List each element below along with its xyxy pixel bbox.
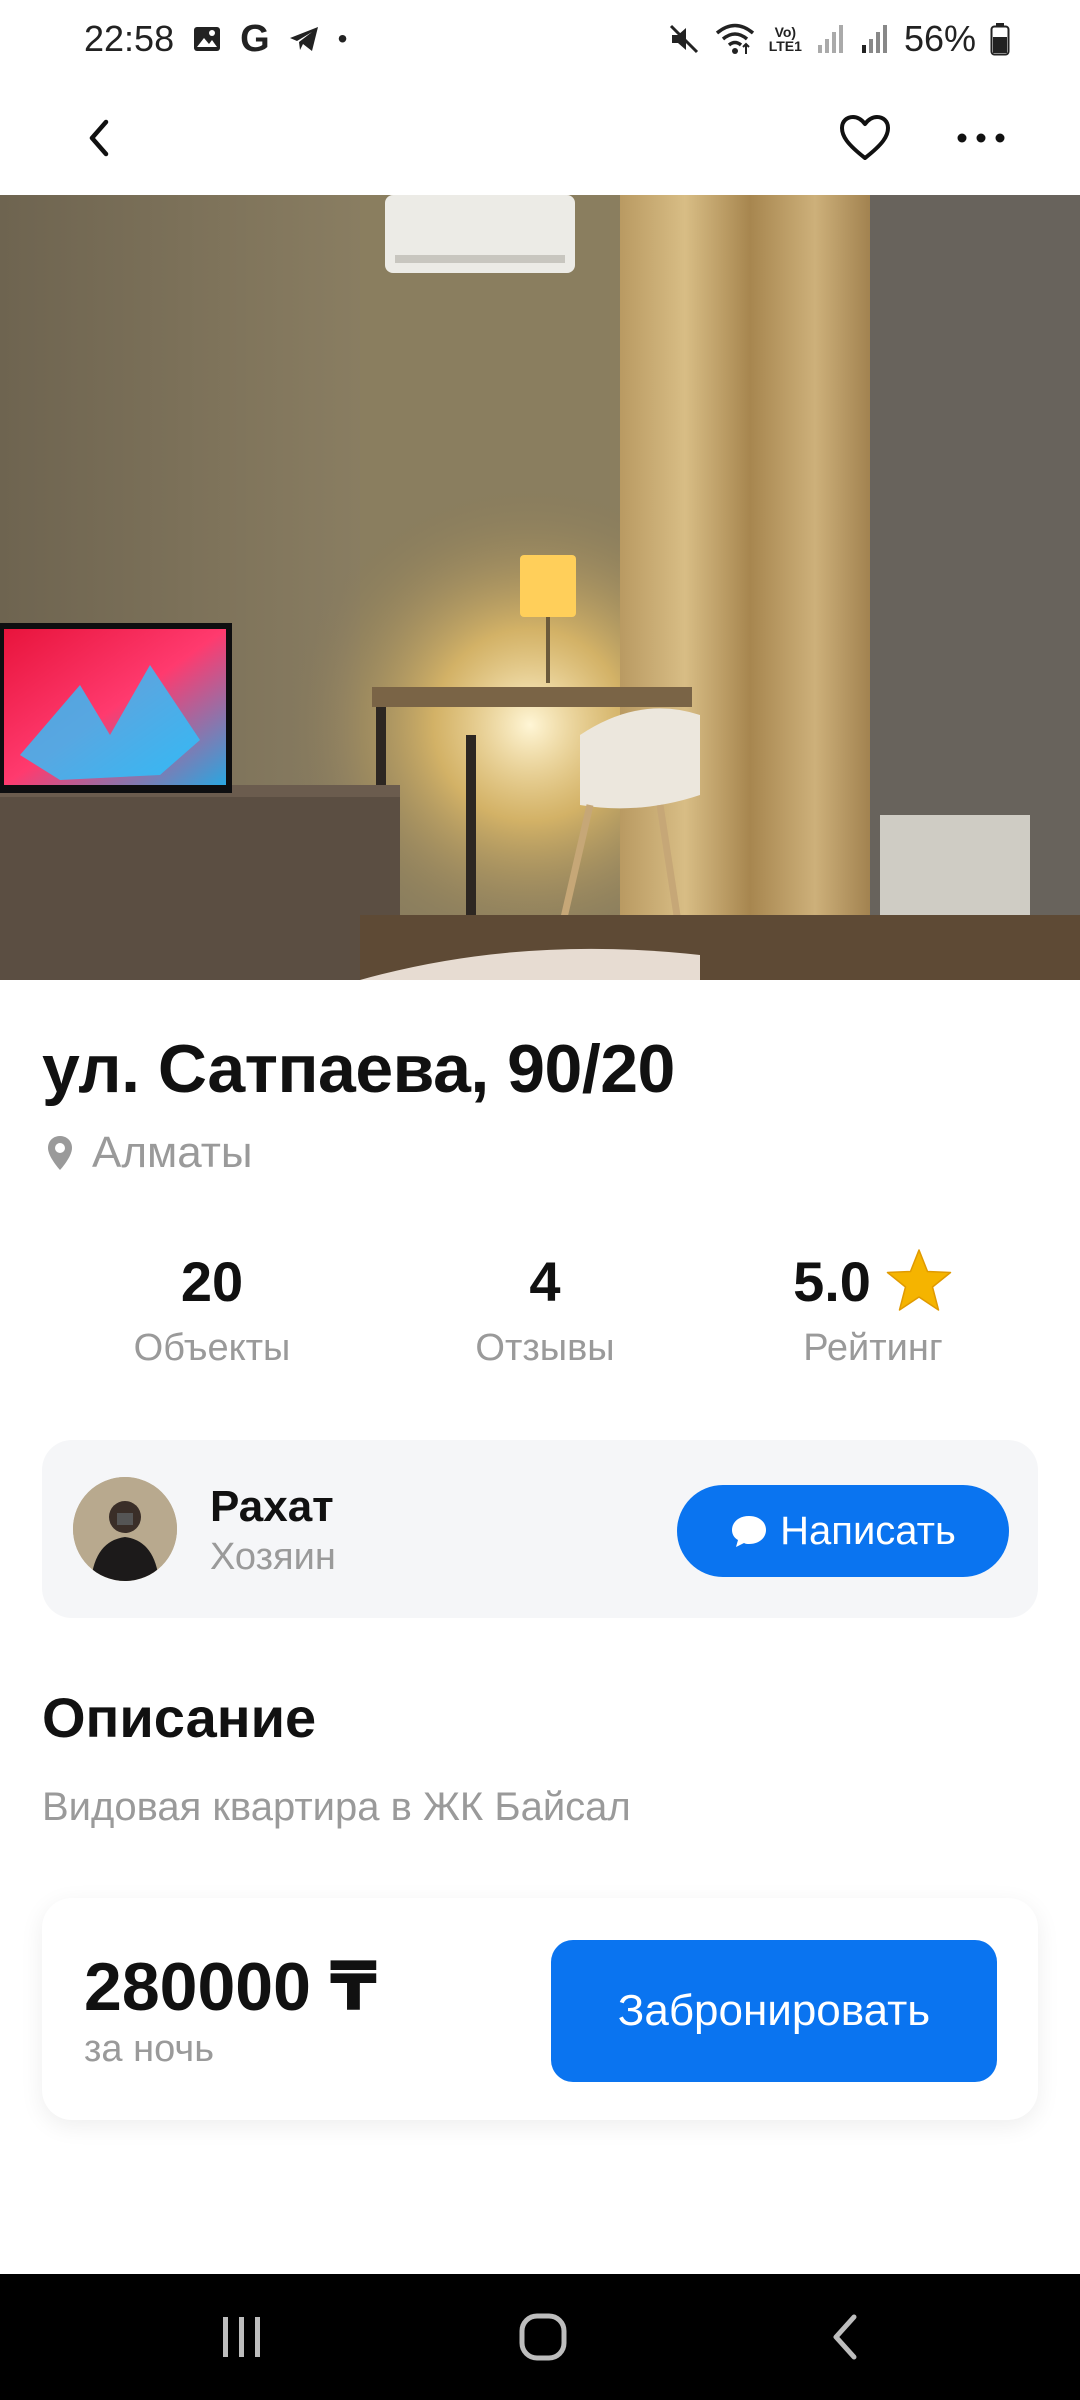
book-button[interactable]: Забронировать [551, 1940, 997, 2082]
home-icon [519, 2313, 567, 2361]
price-unit: за ночь [84, 2028, 214, 2070]
android-nav-bar [0, 2274, 1080, 2400]
host-card[interactable]: Рахат Хозяин Написать [42, 1440, 1038, 1618]
telegram-icon [288, 19, 320, 59]
booking-card: 280000 ₸ за ночь Забронировать [42, 1898, 1038, 2120]
stats-row: 20 Объекты 4 Отзывы 5.0 Рейтинг [0, 1245, 1080, 1385]
star-icon [886, 1249, 952, 1311]
host-role: Хозяин [210, 1536, 336, 1578]
signal-icon [816, 19, 846, 59]
stat-value: 4 [395, 1245, 695, 1317]
wifi-icon [715, 19, 755, 59]
recents-icon [223, 2317, 260, 2357]
google-icon: G [240, 17, 270, 60]
price: 280000 ₸ [84, 1949, 378, 2025]
chat-bubble-icon [732, 1516, 767, 1547]
stat-value: 5.0 [723, 1245, 1023, 1317]
volte-icon: Vo) LTE1 [769, 19, 802, 59]
status-bar: 22:58 G • Vo) LTE1 56% [0, 0, 1080, 78]
volte-bottom: LTE1 [768, 38, 802, 54]
host-name: Рахат [210, 1482, 334, 1531]
stat-objects: 20 Объекты [62, 1245, 362, 1370]
stat-label: Отзывы [475, 1327, 615, 1369]
message-button-label: Написать [780, 1508, 956, 1553]
gallery-icon [192, 19, 222, 59]
listing-title: ул. Сатпаева, 90/20 [42, 1031, 675, 1107]
stat-label: Рейтинг [803, 1327, 943, 1369]
battery-icon [990, 19, 1010, 59]
mute-icon [667, 19, 701, 59]
favorite-button[interactable] [817, 90, 913, 186]
stat-number: 4 [529, 1249, 561, 1313]
stat-number: 20 [180, 1249, 244, 1313]
stat-label: Объекты [133, 1327, 291, 1369]
listing-city: Алматы [92, 1128, 253, 1177]
more-button[interactable] [933, 90, 1029, 186]
message-button[interactable]: Написать [677, 1485, 1009, 1577]
stat-rating: 5.0 Рейтинг [723, 1245, 1023, 1370]
status-left: 22:58 G • [84, 18, 347, 60]
stat-value: 20 [62, 1245, 362, 1317]
battery-percent: 56% [903, 18, 976, 59]
chevron-left-icon [89, 119, 109, 157]
notification-dot-icon: • [337, 23, 348, 54]
signal-icon [860, 19, 890, 59]
back-arrow-icon [833, 2314, 857, 2360]
description-text: Видовая квартира в ЖК Байсал [42, 1785, 631, 1829]
system-back-button[interactable] [800, 2302, 890, 2372]
location-pin-icon [48, 1136, 72, 1170]
recents-button[interactable] [197, 2302, 287, 2372]
back-button[interactable] [52, 90, 148, 186]
listing-photo[interactable] [0, 195, 1080, 980]
status-right: Vo) LTE1 56% [667, 18, 1010, 60]
description-heading: Описание [42, 1686, 317, 1749]
stat-number: 5.0 [793, 1249, 871, 1313]
heart-icon [840, 115, 890, 160]
status-time: 22:58 [84, 18, 175, 59]
home-button[interactable] [498, 2302, 588, 2372]
stat-reviews[interactable]: 4 Отзывы [395, 1245, 695, 1370]
top-nav [0, 90, 1080, 186]
more-horizontal-icon [957, 133, 1005, 143]
avatar[interactable] [73, 1477, 177, 1581]
city-row: Алматы [46, 1128, 253, 1178]
